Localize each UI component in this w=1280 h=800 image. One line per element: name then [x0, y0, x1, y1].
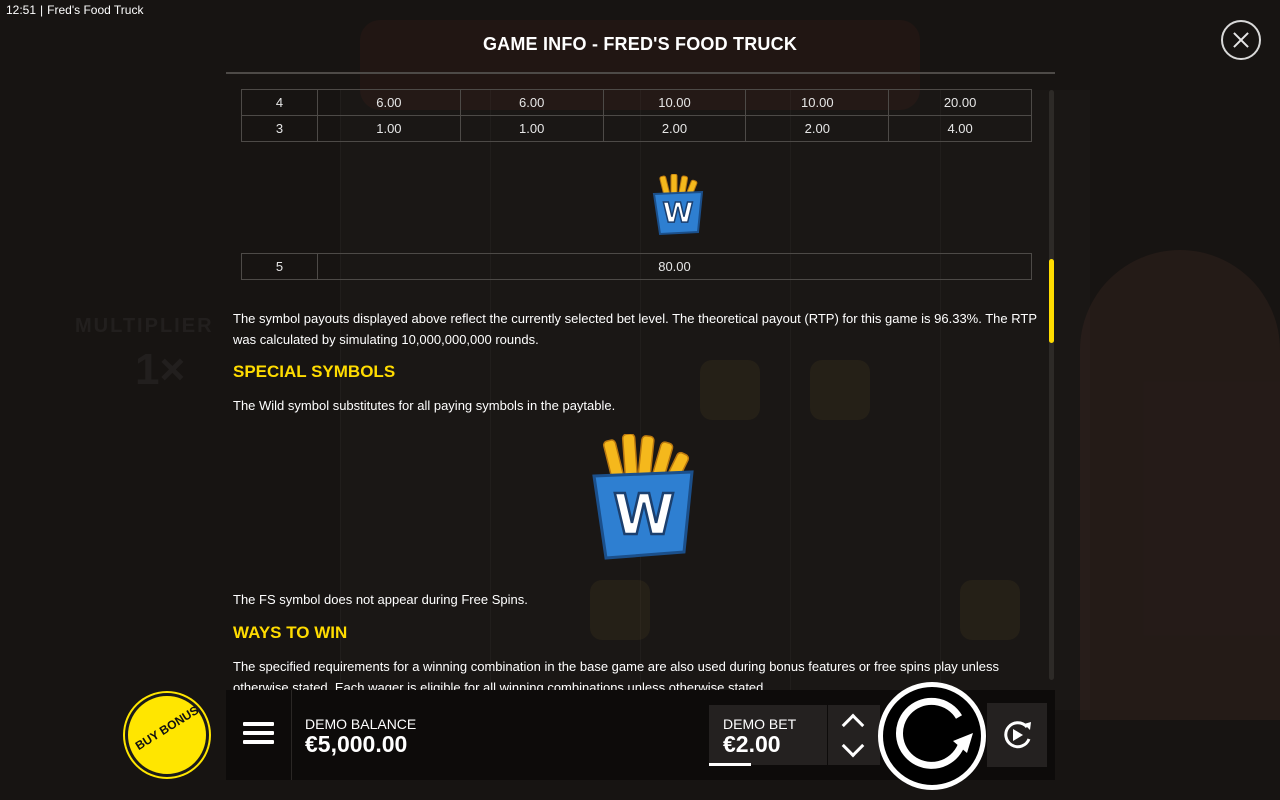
table-cell: 3 — [241, 115, 318, 142]
status-app-name: Fred's Food Truck — [47, 3, 144, 17]
svg-text:W: W — [663, 196, 694, 229]
section-heading-ways-to-win: WAYS TO WIN — [233, 623, 348, 642]
table-cell: 20.00 — [888, 89, 1032, 116]
wild-description: The Wild symbol substitutes for all payi… — [233, 398, 616, 413]
table-row: 4 6.00 6.00 10.00 10.00 20.00 — [241, 89, 1032, 116]
bet-value: €2.00 — [723, 731, 781, 757]
table-cell: 4 — [241, 89, 318, 116]
svg-text:W: W — [613, 483, 675, 548]
table-cell: 1.00 — [459, 115, 604, 142]
buy-bonus-label: BUY BONUS — [132, 703, 202, 753]
autoplay-button[interactable] — [987, 703, 1047, 767]
balance-value: €5,000.00 — [305, 731, 408, 757]
wild-symbol-icon: W — [652, 174, 704, 236]
table-cell: 2.00 — [602, 115, 747, 142]
spin-button[interactable] — [878, 682, 986, 790]
info-content[interactable]: 4 6.00 6.00 10.00 10.00 20.00 3 1.00 1.0… — [226, 74, 1046, 694]
status-time: 12:51 — [6, 3, 37, 17]
paytable: 4 6.00 6.00 10.00 10.00 20.00 3 1.00 1.0… — [241, 89, 1032, 142]
menu-button[interactable] — [243, 722, 274, 750]
scrollbar[interactable] — [1049, 90, 1054, 680]
close-button[interactable] — [1221, 20, 1261, 60]
wild-paytable: 5 80.00 — [241, 253, 1032, 280]
table-cell: 10.00 — [745, 89, 890, 116]
status-bar: 12:51 | Fred's Food Truck — [6, 3, 143, 17]
table-cell: 4.00 — [888, 115, 1032, 142]
table-cell: 2.00 — [745, 115, 890, 142]
table-row: 3 1.00 1.00 2.00 2.00 4.00 — [241, 115, 1032, 142]
balance-label: DEMO BALANCE — [305, 716, 417, 732]
bet-label: DEMO BET — [723, 716, 797, 732]
page-title: GAME INFO - FRED'S FOOD TRUCK — [482, 34, 798, 54]
rtp-text: The symbol payouts displayed above refle… — [233, 311, 1037, 347]
wild-symbol-large-icon: W — [592, 434, 694, 560]
autoplay-icon — [1004, 721, 1031, 749]
fs-description: The FS symbol does not appear during Fre… — [233, 592, 528, 607]
spin-icon — [896, 697, 973, 769]
chef-character — [1080, 250, 1280, 720]
hamburger-icon — [243, 722, 274, 726]
table-cell: 5 — [241, 253, 318, 280]
multiplier-label: MULTIPLIER — [75, 315, 214, 337]
buy-bonus-button[interactable]: BUY BONUS — [125, 693, 209, 777]
table-cell: 10.00 — [602, 89, 747, 116]
control-divider — [291, 690, 292, 780]
section-heading-special-symbols: SPECIAL SYMBOLS — [233, 362, 396, 381]
bet-level-indicator — [709, 763, 751, 766]
status-separator: | — [40, 3, 44, 17]
table-row: 5 80.00 — [241, 253, 1032, 280]
multiplier-value: 1× — [135, 345, 186, 394]
table-cell: 1.00 — [317, 115, 461, 142]
scrollbar-thumb[interactable] — [1049, 259, 1054, 343]
table-cell: 6.00 — [459, 89, 604, 116]
table-cell: 80.00 — [317, 253, 1032, 280]
table-cell: 6.00 — [317, 89, 461, 116]
